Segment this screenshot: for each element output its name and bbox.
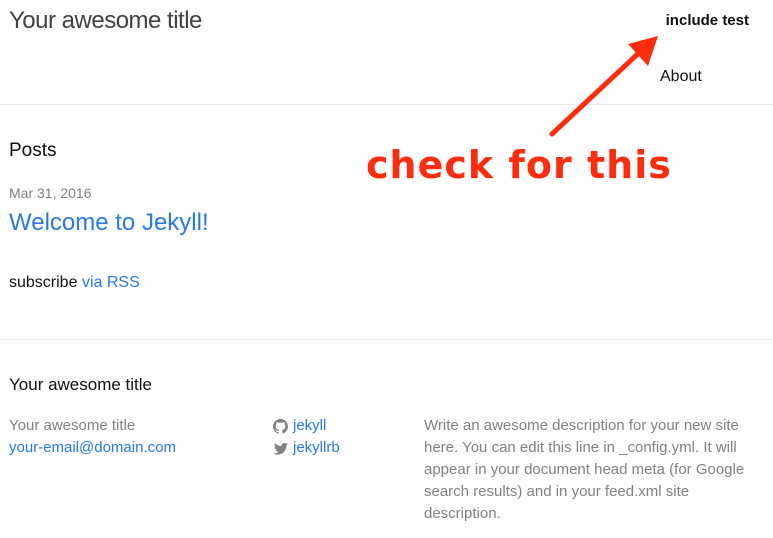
social-item-twitter[interactable]: jekyllrb xyxy=(273,437,340,459)
github-icon xyxy=(273,418,288,434)
annotation-label: check for this xyxy=(366,143,672,187)
github-link[interactable]: jekyll xyxy=(293,415,326,437)
twitter-link[interactable]: jekyllrb xyxy=(293,437,340,459)
footer-heading: Your awesome title xyxy=(9,375,153,394)
footer-site-name: Your awesome title xyxy=(9,417,136,434)
social-item-github[interactable]: jekyll xyxy=(273,415,340,437)
subscribe-line: subscribe via RSS xyxy=(9,273,140,292)
posts-heading: Posts xyxy=(9,140,57,161)
subscribe-label: subscribe xyxy=(9,274,78,291)
footer-description: Write an awesome description for your ne… xyxy=(424,417,745,522)
post-date: Mar 31, 2016 xyxy=(9,185,92,201)
nav-include-test: include test xyxy=(665,12,749,29)
footer-social-list: jekyll jekyllrb xyxy=(273,415,340,459)
footer-email-link[interactable]: your-email@domain.com xyxy=(9,439,176,456)
post-title-link[interactable]: Welcome to Jekyll! xyxy=(9,208,209,238)
site-footer: Your awesome title Your awesome title yo… xyxy=(0,339,773,538)
rss-link[interactable]: via RSS xyxy=(82,274,140,291)
twitter-icon xyxy=(273,442,288,455)
site-title-link[interactable]: Your awesome title xyxy=(9,6,202,36)
annotation-arrow-icon xyxy=(549,36,658,137)
footer-contact-list: Your awesome title your-email@domain.com xyxy=(9,415,176,459)
